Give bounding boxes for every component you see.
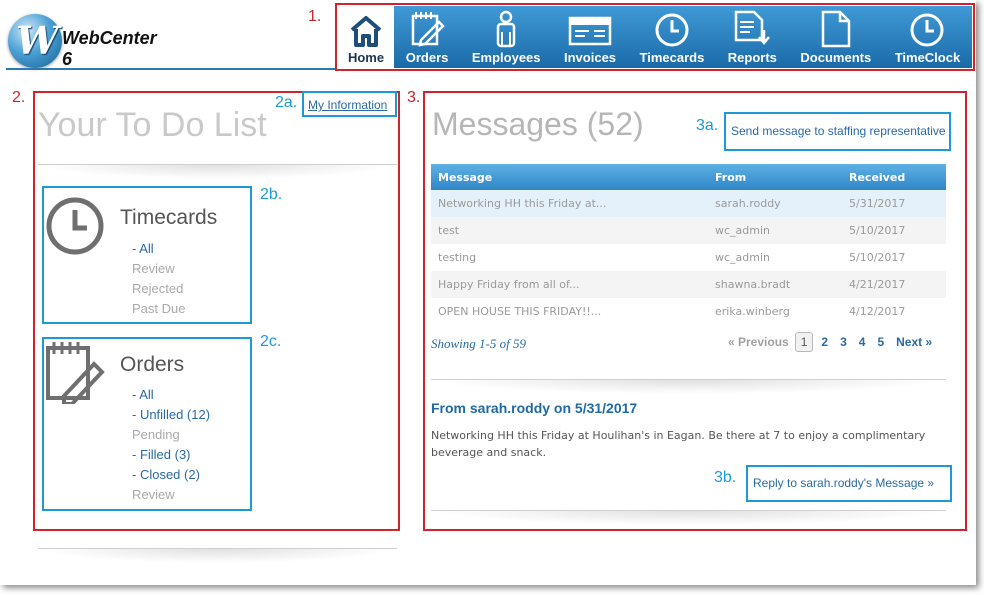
message-cell[interactable]: testing bbox=[431, 244, 708, 271]
received-cell: 5/10/2017 bbox=[842, 244, 946, 271]
timecards-section-title: Timecards bbox=[120, 206, 218, 229]
webcenter-logo[interactable]: W WebCenter 6 bbox=[6, 8, 164, 69]
left-bottom-shadow bbox=[38, 549, 397, 563]
orders-filled-link[interactable]: - Filled (3) bbox=[132, 445, 210, 465]
my-information-link[interactable]: My Information bbox=[308, 98, 387, 112]
annotation-label-2: 2. bbox=[12, 89, 26, 106]
app-window: W WebCenter 6 Home Orders Employees Invo… bbox=[0, 0, 976, 585]
from-cell: erika.winberg bbox=[708, 298, 842, 325]
column-header-received[interactable]: Received bbox=[842, 164, 946, 190]
logo-letter: W bbox=[16, 18, 59, 63]
messages-bottom-shadow bbox=[431, 511, 946, 525]
pagination-page-5[interactable]: 5 bbox=[871, 335, 890, 349]
message-cell[interactable]: Networking HH this Friday at... bbox=[431, 190, 708, 217]
timecards-rejected-item: Rejected bbox=[132, 281, 184, 296]
messages-divider-shadow bbox=[431, 380, 946, 394]
timecards-links: - All Review Rejected Past Due bbox=[132, 239, 185, 319]
orders-unfilled-link[interactable]: - Unfilled (12) bbox=[132, 405, 210, 425]
message-cell[interactable]: test bbox=[431, 217, 708, 244]
annotation-label-2a: 2a. bbox=[275, 94, 298, 111]
pagination-next[interactable]: Next » bbox=[890, 335, 938, 349]
pagination-summary: Showing 1-5 of 59 bbox=[431, 336, 526, 351]
annotation-label-3: 3. bbox=[407, 89, 421, 106]
orders-pending-item: Pending bbox=[132, 427, 180, 442]
header-divider bbox=[6, 68, 336, 70]
column-header-message[interactable]: Message bbox=[431, 164, 708, 190]
messages-table: Message From Received Networking HH this… bbox=[431, 164, 946, 325]
received-cell: 5/31/2017 bbox=[842, 190, 946, 217]
clock-icon bbox=[45, 196, 105, 260]
annotation-box-nav bbox=[335, 3, 975, 71]
received-cell: 4/21/2017 bbox=[842, 271, 946, 298]
pagination-page-4[interactable]: 4 bbox=[853, 335, 872, 349]
annotation-label-3b: 3b. bbox=[714, 469, 737, 486]
table-row[interactable]: OPEN HOUSE THIS FRIDAY!!... erika.winber… bbox=[431, 298, 946, 325]
column-header-from[interactable]: From bbox=[708, 164, 842, 190]
pagination-page-2[interactable]: 2 bbox=[815, 335, 834, 349]
table-row[interactable]: testing wc_admin 5/10/2017 bbox=[431, 244, 946, 271]
message-cell[interactable]: OPEN HOUSE THIS FRIDAY!!... bbox=[431, 298, 708, 325]
annotation-label-2b: 2b. bbox=[260, 186, 283, 203]
table-row[interactable]: Networking HH this Friday at... sarah.ro… bbox=[431, 190, 946, 217]
from-cell: sarah.roddy bbox=[708, 190, 842, 217]
orders-review-item: Review bbox=[132, 487, 175, 502]
received-cell: 5/10/2017 bbox=[842, 217, 946, 244]
received-cell: 4/12/2017 bbox=[842, 298, 946, 325]
from-cell: shawna.bradt bbox=[708, 271, 842, 298]
pagination-previous: « Previous bbox=[728, 335, 789, 349]
orders-all-link[interactable]: - All bbox=[132, 385, 210, 405]
orders-links: - All - Unfilled (12) Pending - Filled (… bbox=[132, 385, 210, 505]
notepad-pencil-icon bbox=[44, 340, 106, 408]
reply-message-link[interactable]: Reply to sarah.roddy's Message » bbox=[753, 476, 934, 490]
pagination-current-page: 1 bbox=[794, 332, 814, 352]
table-row[interactable]: test wc_admin 5/10/2017 bbox=[431, 217, 946, 244]
orders-section-title: Orders bbox=[120, 353, 185, 376]
orders-closed-link[interactable]: - Closed (2) bbox=[132, 465, 210, 485]
from-cell: wc_admin bbox=[708, 217, 842, 244]
timecards-past-due-item: Past Due bbox=[132, 301, 186, 316]
annotation-label-1: 1. bbox=[308, 8, 322, 25]
message-detail-title: From sarah.roddy on 5/31/2017 bbox=[431, 400, 638, 416]
logo-text: WebCenter 6 bbox=[62, 28, 157, 69]
message-detail-body: Networking HH this Friday at Houlihan's … bbox=[431, 429, 926, 459]
timecards-all-link[interactable]: - All bbox=[132, 239, 185, 259]
message-cell[interactable]: Happy Friday from all of... bbox=[431, 271, 708, 298]
todo-divider-shadow bbox=[38, 165, 397, 179]
pagination-page-3[interactable]: 3 bbox=[834, 335, 853, 349]
todo-list-title: Your To Do List bbox=[38, 106, 267, 144]
messages-title: Messages (52) bbox=[432, 106, 644, 142]
annotation-label-2c: 2c. bbox=[260, 333, 282, 350]
messages-table-header: Message From Received bbox=[431, 164, 946, 190]
pagination: « Previous 1 2 3 4 5 Next » bbox=[722, 332, 938, 352]
annotation-label-3a: 3a. bbox=[696, 117, 719, 134]
send-message-link[interactable]: Send message to staffing representative bbox=[731, 124, 946, 138]
table-row[interactable]: Happy Friday from all of... shawna.bradt… bbox=[431, 271, 946, 298]
timecards-review-item: Review bbox=[132, 261, 175, 276]
from-cell: wc_admin bbox=[708, 244, 842, 271]
